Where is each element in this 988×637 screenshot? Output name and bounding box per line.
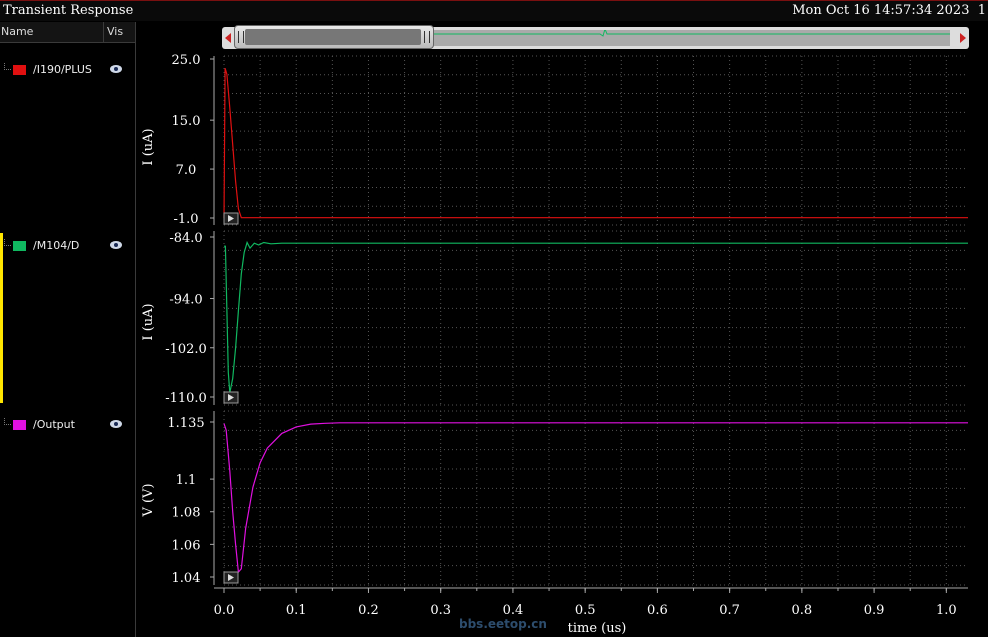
x-tick-label: 1.0 — [936, 603, 957, 618]
x-tick-label: 0.5 — [575, 603, 596, 618]
x-tick-label: 0.3 — [430, 603, 451, 618]
y-axis-label: I (uA) — [141, 128, 156, 165]
x-tick-label: 0.7 — [719, 603, 740, 618]
y-axis-label: I (uA) — [141, 303, 156, 340]
waveform-plot[interactable]: 25.0 15.0 7.0 -1.0 I (uA) -84.0 -94.0 -102.0 -11… — [0, 0, 988, 637]
x-tick-label: 0.1 — [286, 603, 307, 618]
x-tick-label: 0.2 — [358, 603, 379, 618]
series-line-1 — [223, 68, 968, 219]
y-tick-label: 1.04 — [172, 571, 201, 586]
x-tick-label: 0.8 — [792, 603, 813, 618]
x-tick-label: 0.9 — [864, 603, 885, 618]
watermark: bbs.eetop.cn — [459, 617, 547, 631]
y-tick-label: -94.0 — [169, 293, 202, 308]
y-tick-label: 1.1 — [176, 473, 197, 488]
y-tick-label: 25.0 — [172, 53, 201, 68]
x-tick-label: 0.6 — [647, 603, 668, 618]
series-line-3 — [223, 422, 968, 574]
y-tick-label: -102.0 — [165, 342, 207, 357]
y-tick-label: -84.0 — [169, 231, 202, 246]
y-tick-label: 1.08 — [172, 506, 201, 521]
x-tick-label: 0.4 — [503, 603, 524, 618]
y-tick-label: -1.0 — [173, 212, 198, 227]
y-tick-label: 1.06 — [172, 538, 201, 553]
x-tick-label: 0.0 — [214, 603, 235, 618]
y-tick-label: -110.0 — [165, 391, 207, 406]
y-tick-label: 7.0 — [176, 163, 197, 178]
y-axis-label: V (V) — [141, 483, 156, 517]
y-tick-label: 15.0 — [172, 114, 201, 129]
x-axis-label: time (us) — [568, 621, 627, 636]
series-line-2 — [224, 240, 968, 393]
y-tick-label: 1.135 — [167, 416, 204, 431]
